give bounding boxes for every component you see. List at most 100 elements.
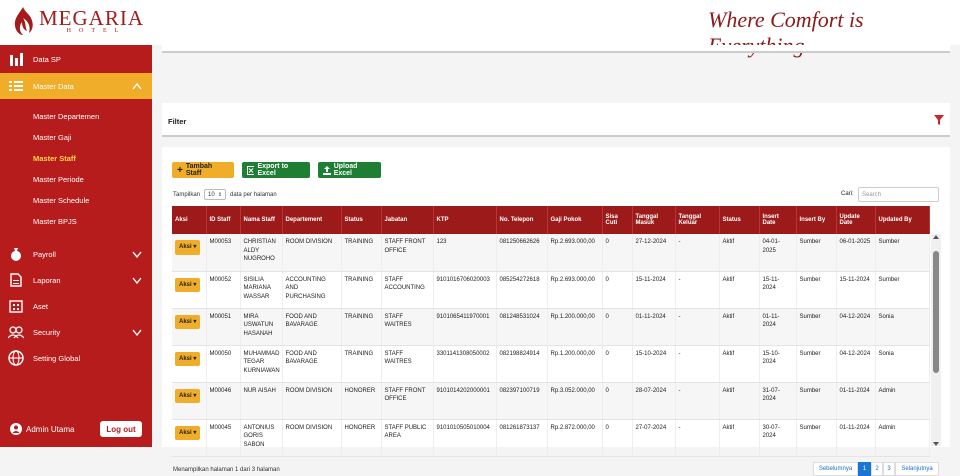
sidebar-item-data-sp[interactable]: Data SP xyxy=(0,49,152,69)
column-header[interactable]: Status xyxy=(341,206,382,234)
table-cell: 15-10-2024 xyxy=(632,345,676,383)
caret-down-icon: ▾ xyxy=(191,318,197,325)
sidebar-item-master-data[interactable]: Master Data xyxy=(0,73,152,99)
brand-name: MEGARIA xyxy=(39,6,144,30)
sidebar-item-payroll[interactable]: Payroll xyxy=(0,244,152,264)
sidebar-item-setting-global[interactable]: Setting Global xyxy=(0,348,152,368)
table-cell: ROOM DIVISION xyxy=(282,382,342,420)
submenu-master-schedule[interactable]: Master Schedule xyxy=(33,196,89,205)
scrollbar-thumb[interactable] xyxy=(933,251,939,373)
submenu-master-staff[interactable]: Master Staff xyxy=(33,154,76,163)
table-cell: 081261873137 xyxy=(496,419,548,457)
top-card xyxy=(162,45,950,53)
logout-button[interactable]: Log out xyxy=(100,421,142,437)
page-length-select[interactable]: 10 ⇕ xyxy=(204,189,227,200)
main-content: Filter + Tambah Staff Export to Excel Upl… xyxy=(152,45,960,476)
pagination-page-2[interactable]: 2 xyxy=(871,462,883,476)
table-cell: 28-07-2024 xyxy=(632,382,676,420)
filter-panel[interactable]: Filter xyxy=(162,103,950,137)
add-staff-button[interactable]: + Tambah Staff xyxy=(172,162,234,178)
pagination-next[interactable]: Selanjutnya xyxy=(895,462,939,476)
table-cell: - xyxy=(675,271,720,309)
column-header[interactable]: Insert By xyxy=(796,206,837,234)
table-cell: 0 xyxy=(602,308,633,346)
money-bag-icon xyxy=(8,246,24,262)
table-cell: Sumber xyxy=(796,419,837,457)
sidebar-item-security[interactable]: Security xyxy=(0,322,152,342)
table-cell: Rp.1.200.000,00 xyxy=(547,308,603,346)
column-header[interactable]: Gaji Pokok xyxy=(547,206,603,234)
table-cell: 085254272618 xyxy=(496,271,548,309)
column-header[interactable]: Tanggal Masuk xyxy=(632,206,676,234)
column-header[interactable]: Update Date xyxy=(836,206,876,234)
page-length-prefix: Tampilkan xyxy=(173,191,201,198)
submenu-master-periode[interactable]: Master Periode xyxy=(33,175,84,184)
table-cell: 081250662626 xyxy=(496,234,548,272)
column-header[interactable]: Tanggal Keluar xyxy=(675,206,720,234)
table-cell: Aktif xyxy=(719,382,760,420)
table-cell: 30-07-2024 xyxy=(759,419,797,457)
pagination-page-3[interactable]: 3 xyxy=(883,462,895,476)
table-cell: 081248531024 xyxy=(496,308,548,346)
filter-title: Filter xyxy=(168,117,187,126)
column-header[interactable]: Insert Date xyxy=(759,206,797,234)
upload-excel-button[interactable]: Upload Excel xyxy=(318,162,381,178)
table-cell: ROOM DIVISION xyxy=(282,234,342,272)
search-input[interactable]: Search xyxy=(858,187,939,202)
table-cell: 15-11-2024 xyxy=(759,271,797,309)
sidebar: Data SP Master Data Master Departemen Ma… xyxy=(0,45,152,447)
column-header[interactable]: Jabatan xyxy=(381,206,434,234)
table-cell: Aktif xyxy=(719,345,760,383)
sidebar-item-aset[interactable]: Aset xyxy=(0,296,152,316)
chevron-down-icon xyxy=(132,329,142,336)
column-header[interactable]: No. Telepon xyxy=(496,206,548,234)
table-cell: 0 xyxy=(602,419,633,457)
row-action-label: Aksi xyxy=(179,244,192,250)
column-header[interactable]: Nama Staff xyxy=(240,206,283,234)
submenu-master-gaji[interactable]: Master Gaji xyxy=(33,133,71,142)
row-action-button[interactable]: Aksi ▾ xyxy=(175,277,201,293)
table-cell: Sumber xyxy=(875,234,930,272)
table-cell: SISILIA MARIANA WASSAR xyxy=(240,271,283,309)
column-header[interactable]: Sisa Cuti xyxy=(602,206,633,234)
scroll-up-icon[interactable] xyxy=(931,233,941,241)
row-action-button[interactable]: Aksi ▾ xyxy=(175,388,201,404)
column-header[interactable]: Status xyxy=(719,206,760,234)
table-cell: ACCOUNTING AND PURCHASING xyxy=(282,271,342,309)
table-cell: 15-10-2024 xyxy=(759,345,797,383)
row-action-button[interactable]: Aksi ▾ xyxy=(175,351,201,367)
row-action-button[interactable]: Aksi ▾ xyxy=(175,425,201,441)
flame-logo-icon xyxy=(14,7,33,35)
pagination-info: Menampilkan halaman 1 dari 3 halaman xyxy=(173,467,280,473)
table-cell: 0 xyxy=(602,382,633,420)
sidebar-item-label: Master Data xyxy=(33,81,74,91)
export-excel-button[interactable]: Export to Excel xyxy=(242,162,310,178)
column-header[interactable]: Departement xyxy=(282,206,342,234)
column-header[interactable]: Updated By xyxy=(875,206,930,234)
pagination-prev[interactable]: Sebelumnya xyxy=(813,462,858,476)
table-cell: Aktif xyxy=(719,271,760,309)
row-action-button[interactable]: Aksi ▾ xyxy=(175,240,201,255)
table-scrollbar[interactable] xyxy=(931,234,941,446)
table-cell: 9101065411970001 xyxy=(433,308,497,346)
column-header[interactable]: KTP xyxy=(433,206,497,234)
table-cell: M00050 xyxy=(206,345,241,383)
table-cell: Sonia xyxy=(875,308,930,346)
table-cell: 0 xyxy=(602,271,633,309)
submenu-master-bpjs[interactable]: Master BPJS xyxy=(33,217,77,226)
column-header[interactable]: ID Staff xyxy=(206,206,241,234)
submenu-master-departemen[interactable]: Master Departemen xyxy=(33,112,99,121)
table-cell: 0 xyxy=(602,345,633,383)
pagination-page-1[interactable]: 1 xyxy=(858,462,871,476)
sidebar-item-laporan[interactable]: Laporan xyxy=(0,270,152,290)
filter-icon[interactable] xyxy=(934,115,944,125)
row-action-button[interactable]: Aksi ▾ xyxy=(175,314,201,330)
export-excel-label: Export to Excel xyxy=(257,163,289,177)
upload-icon xyxy=(323,165,331,175)
caret-down-icon: ▾ xyxy=(191,429,197,436)
table-cell: 9101016706020003 xyxy=(433,271,497,309)
select-arrows-icon: ⇕ xyxy=(217,191,222,198)
table-cell: Aksi ▾ xyxy=(172,419,207,457)
table-cell: STAFF FRONT OFFICE xyxy=(381,382,434,420)
table-cell: - xyxy=(675,382,720,420)
